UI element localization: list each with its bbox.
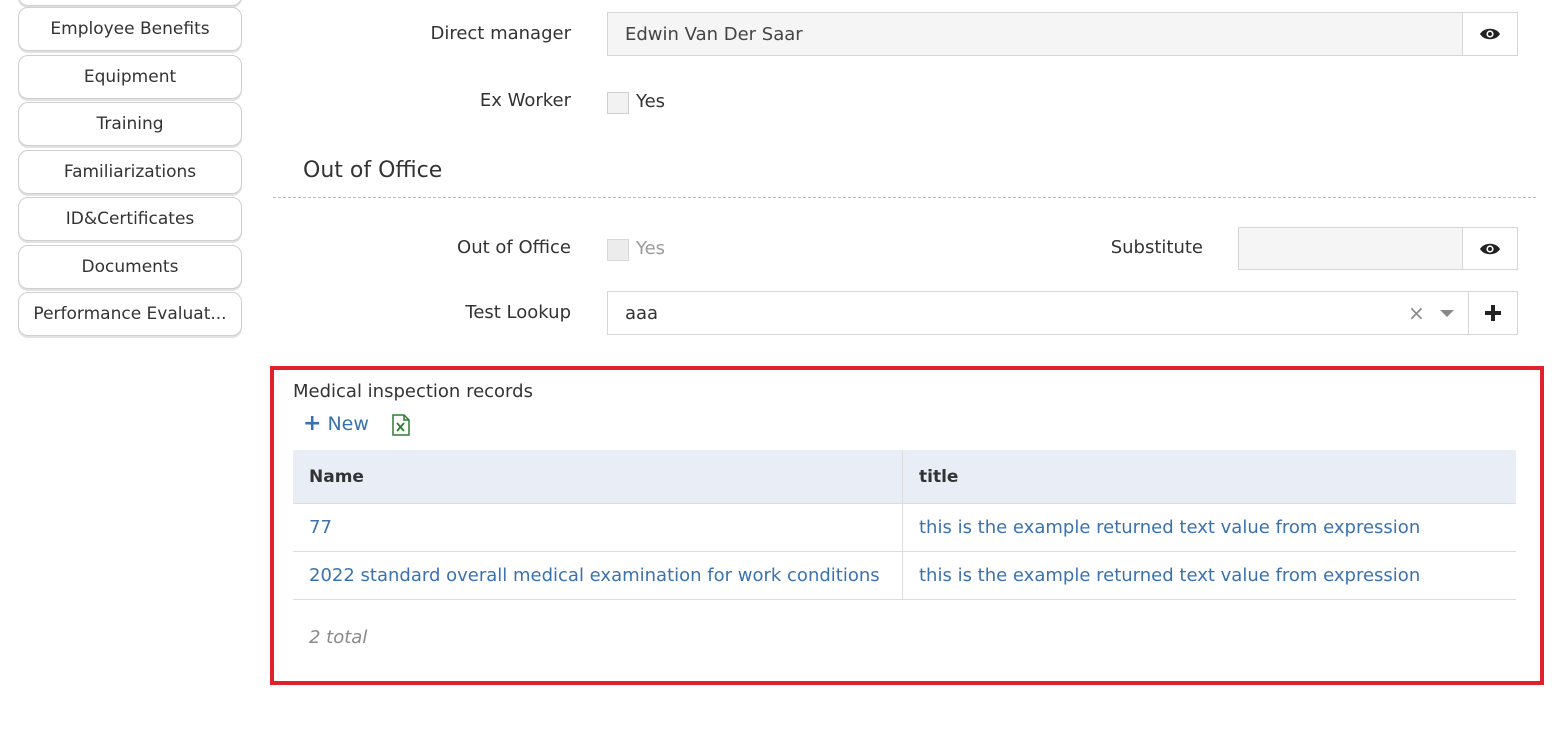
new-record-button[interactable]: + New	[303, 411, 369, 436]
sidebar-item-equipment[interactable]: Equipment	[18, 55, 242, 99]
plus-icon: +	[303, 411, 322, 436]
table-row[interactable]: 77 this is the example returned text val…	[293, 504, 1516, 552]
direct-manager-value: Edwin Van Der Saar	[625, 23, 803, 45]
sidebar-item-label: Performance Evaluat...	[33, 304, 227, 324]
sidebar-item-label: ID&Certificates	[65, 209, 195, 229]
substitute-label: Substitute	[1110, 237, 1203, 258]
sidebar-item-training[interactable]: Training	[18, 102, 242, 146]
sidebar-item-documents[interactable]: Documents	[18, 245, 242, 289]
out-of-office-label: Out of Office	[457, 237, 571, 258]
column-header-name[interactable]: Name	[293, 450, 903, 503]
sidebar-item-label: Documents	[81, 257, 179, 277]
close-icon[interactable]: ×	[1408, 301, 1425, 325]
cell-name-link[interactable]: 2022 standard overall medical examinatio…	[293, 552, 903, 599]
cell-title-link[interactable]: this is the example returned text value …	[903, 504, 1516, 551]
export-excel-button[interactable]	[392, 414, 410, 436]
test-lookup-add-button[interactable]	[1468, 291, 1518, 335]
cell-name-link[interactable]: 77	[293, 504, 903, 551]
excel-icon	[392, 414, 410, 436]
substitute-view-button[interactable]	[1462, 227, 1518, 270]
chevron-down-icon[interactable]	[1440, 310, 1454, 317]
table-header: Name title	[293, 450, 1516, 504]
column-header-title[interactable]: title	[903, 450, 1516, 503]
direct-manager-label: Direct manager	[430, 23, 571, 44]
section-title-out-of-office: Out of Office	[303, 158, 443, 183]
test-lookup-value: aaa	[625, 302, 659, 324]
sidebar-item-performance-evaluation[interactable]: Performance Evaluat...	[18, 292, 242, 336]
sidebar-item-label: Training	[96, 114, 164, 134]
new-record-label: New	[327, 413, 369, 435]
sidebar-item-id-certificates[interactable]: ID&Certificates	[18, 197, 242, 241]
plus-icon	[1485, 305, 1501, 321]
sidebar-item-familiarizations[interactable]: Familiarizations	[18, 150, 242, 194]
eye-icon	[1480, 243, 1500, 254]
substitute-field[interactable]	[1238, 227, 1463, 270]
section-divider	[273, 197, 1536, 198]
out-of-office-option-label: Yes	[636, 238, 666, 259]
sidebar-item-employee-benefits[interactable]: Employee Benefits	[18, 7, 242, 51]
direct-manager-view-button[interactable]	[1462, 12, 1518, 56]
eye-icon	[1480, 28, 1500, 40]
ex-worker-checkbox[interactable]	[607, 92, 629, 114]
test-lookup-label: Test Lookup	[465, 302, 571, 323]
direct-manager-field[interactable]: Edwin Van Der Saar	[607, 12, 1463, 56]
cell-title-link[interactable]: this is the example returned text value …	[903, 552, 1516, 599]
ex-worker-option-label: Yes	[636, 91, 666, 112]
sidebar-item-label: Familiarizations	[63, 162, 197, 182]
records-total: 2 total	[309, 627, 368, 648]
table-row[interactable]: 2022 standard overall medical examinatio…	[293, 552, 1516, 600]
ex-worker-label: Ex Worker	[479, 90, 571, 111]
sidebar-item-label: Equipment	[83, 67, 177, 87]
sidebar-item-label: Employee Benefits	[50, 19, 210, 39]
test-lookup-select[interactable]: aaa	[607, 291, 1469, 335]
panel-title: Medical inspection records	[293, 381, 533, 402]
sidebar: Employee Benefits Equipment Training Fam…	[0, 0, 260, 734]
medical-records-table: Name title 77 this is the example return…	[293, 450, 1516, 600]
out-of-office-checkbox[interactable]	[607, 239, 629, 261]
sidebar-item-partial[interactable]	[18, 0, 242, 6]
